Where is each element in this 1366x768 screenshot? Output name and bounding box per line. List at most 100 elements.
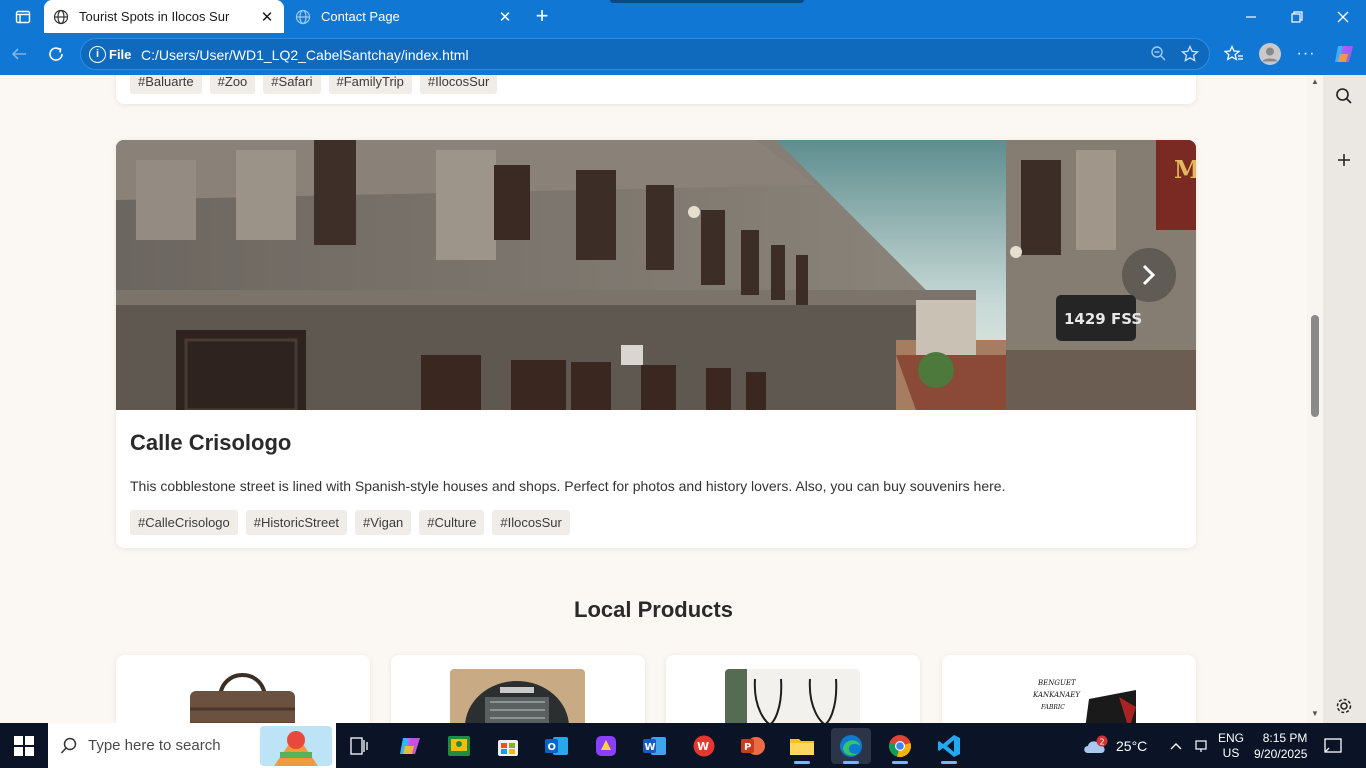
- tab-label: Tourist Spots in Ilocos Sur: [79, 9, 230, 24]
- product-label-line: BENGUET: [1037, 679, 1077, 687]
- product-label-line: KANKANAEY: [1032, 691, 1081, 699]
- product-card[interactable]: BENGUET KANKANAEY FABRIC: [942, 655, 1196, 723]
- scrollbar-thumb[interactable]: [1311, 315, 1319, 417]
- product-card[interactable]: [666, 655, 920, 723]
- search-highlight-image: [260, 725, 332, 766]
- word-app-button[interactable]: W: [635, 728, 675, 764]
- vscode-app-button[interactable]: [929, 728, 969, 764]
- page-scrollbar[interactable]: ▲ ▼: [1307, 75, 1323, 723]
- url-text[interactable]: C:/Users/User/WD1_LQ2_CabelSantchay/inde…: [141, 47, 469, 63]
- language-line1: ENG: [1218, 730, 1245, 745]
- network-icon: [1195, 739, 1207, 752]
- copilot-button[interactable]: [1331, 41, 1357, 67]
- tab-contact-page[interactable]: Contact Page ✕: [286, 0, 522, 33]
- avatar-icon: [1259, 43, 1281, 65]
- weather-badge: 2: [1100, 737, 1105, 746]
- search-placeholder: Type here to search: [88, 737, 221, 754]
- zoom-icon[interactable]: [1150, 45, 1167, 67]
- sidebar-settings-button[interactable]: [1333, 695, 1355, 717]
- windows-taskbar: Type here to search O W W P 2 25°C ENG U…: [0, 723, 1366, 768]
- beaded-necklace-image: [725, 669, 860, 723]
- profile-button[interactable]: [1257, 41, 1283, 67]
- language-indicator[interactable]: ENG US: [1218, 723, 1244, 768]
- clock[interactable]: 8:15 PM 9/20/2025: [1254, 730, 1307, 762]
- close-window-button[interactable]: [1320, 0, 1366, 33]
- clock-date: 9/20/2025: [1254, 747, 1308, 761]
- refresh-button[interactable]: [43, 41, 69, 67]
- notifications-button[interactable]: [1324, 723, 1342, 768]
- tourist-spot-card-calle-crisologo: M 1429 FSS Calle Crisologo This cobblest…: [116, 140, 1196, 548]
- photo-sign-text: M: [1174, 155, 1196, 184]
- wps-icon: W: [693, 735, 715, 757]
- carousel-next-button[interactable]: [1122, 248, 1176, 302]
- tag: #Zoo: [209, 75, 256, 94]
- weather-widget[interactable]: 2 25°C: [1082, 723, 1147, 768]
- store-app-button[interactable]: [488, 728, 528, 764]
- network-button[interactable]: [1193, 723, 1209, 768]
- product-card[interactable]: [391, 655, 645, 723]
- purple-app-button[interactable]: [586, 728, 626, 764]
- weather-temp: 25°C: [1116, 737, 1148, 754]
- close-tab-icon[interactable]: ✕: [496, 8, 514, 26]
- running-indicator: [941, 761, 957, 764]
- tag-list: #Baluarte #Zoo #Safari #FamilyTrip #Iloc…: [130, 75, 498, 94]
- tab-tourist-spots[interactable]: Tourist Spots in Ilocos Sur ✕: [44, 0, 284, 33]
- task-view-button[interactable]: [340, 728, 380, 764]
- tag: #CalleCrisologo: [130, 510, 238, 535]
- tab-actions-button[interactable]: [0, 0, 46, 33]
- edge-app-button[interactable]: [831, 728, 871, 764]
- tag: #IlocosSur: [492, 510, 570, 535]
- taskbar-search-box[interactable]: Type here to search: [48, 723, 336, 768]
- start-button[interactable]: [14, 736, 34, 761]
- browser-toolbar: i File C:/Users/User/WD1_LQ2_CabelSantch…: [0, 33, 1366, 75]
- chrome-app-button[interactable]: [880, 728, 920, 764]
- arrow-left-icon: [11, 48, 26, 60]
- back-button[interactable]: [6, 41, 32, 67]
- tourist-spot-card-baluarte: #Baluarte #Zoo #Safari #FamilyTrip #Iloc…: [116, 75, 1196, 104]
- refresh-icon: [49, 47, 63, 61]
- product-label-line: FABRIC: [1040, 704, 1065, 711]
- svg-text:P: P: [744, 742, 751, 753]
- sidebar-search-button[interactable]: [1333, 85, 1355, 107]
- url-scheme-label: File: [109, 47, 132, 62]
- restore-button[interactable]: [1274, 0, 1320, 33]
- plus-icon: [1338, 154, 1350, 166]
- minimize-icon: [1246, 15, 1256, 18]
- classroom-icon: [448, 736, 470, 756]
- cloud-icon: 2: [1084, 735, 1108, 753]
- scroll-down-icon[interactable]: ▼: [1310, 709, 1320, 718]
- favorites-button[interactable]: [1221, 41, 1247, 67]
- wps-app-button[interactable]: W: [684, 728, 724, 764]
- svg-text:W: W: [645, 742, 656, 753]
- task-view-icon: [350, 737, 368, 755]
- address-bar[interactable]: i File C:/Users/User/WD1_LQ2_CabelSantch…: [80, 38, 1210, 70]
- more-options-button[interactable]: ···: [1293, 41, 1319, 67]
- product-card[interactable]: [116, 655, 370, 723]
- globe-icon: [295, 9, 311, 24]
- windows-logo-icon: [14, 736, 34, 756]
- chevron-right-icon: [1142, 264, 1156, 286]
- show-hidden-icons-button[interactable]: [1169, 723, 1183, 768]
- language-line2: US: [1222, 745, 1240, 760]
- photo-sign-text: 1429 FSS: [1064, 310, 1142, 328]
- file-explorer-button[interactable]: [782, 728, 822, 764]
- outlook-app-button[interactable]: O: [537, 728, 577, 764]
- gear-icon: [1336, 698, 1352, 714]
- clock-time: 8:15 PM: [1262, 731, 1308, 745]
- new-tab-button[interactable]: +: [528, 3, 556, 30]
- sidebar-add-button[interactable]: [1333, 149, 1355, 171]
- copilot-taskbar-button[interactable]: [390, 728, 430, 764]
- minimize-button[interactable]: [1228, 0, 1274, 33]
- edge-icon: [840, 735, 862, 757]
- tag: #Safari: [263, 75, 321, 94]
- close-tab-icon[interactable]: ✕: [258, 8, 276, 26]
- page-viewport: #Baluarte #Zoo #Safari #FamilyTrip #Iloc…: [0, 75, 1307, 723]
- classroom-app-button[interactable]: [439, 728, 479, 764]
- favorite-star-icon[interactable]: [1180, 44, 1200, 68]
- tag: #IlocosSur: [419, 75, 498, 94]
- powerpoint-app-button[interactable]: P: [733, 728, 773, 764]
- site-info-icon[interactable]: i: [89, 46, 106, 63]
- window-drag-indicator: [610, 0, 804, 3]
- tab-actions-icon: [15, 10, 31, 23]
- scroll-up-icon[interactable]: ▲: [1310, 77, 1320, 86]
